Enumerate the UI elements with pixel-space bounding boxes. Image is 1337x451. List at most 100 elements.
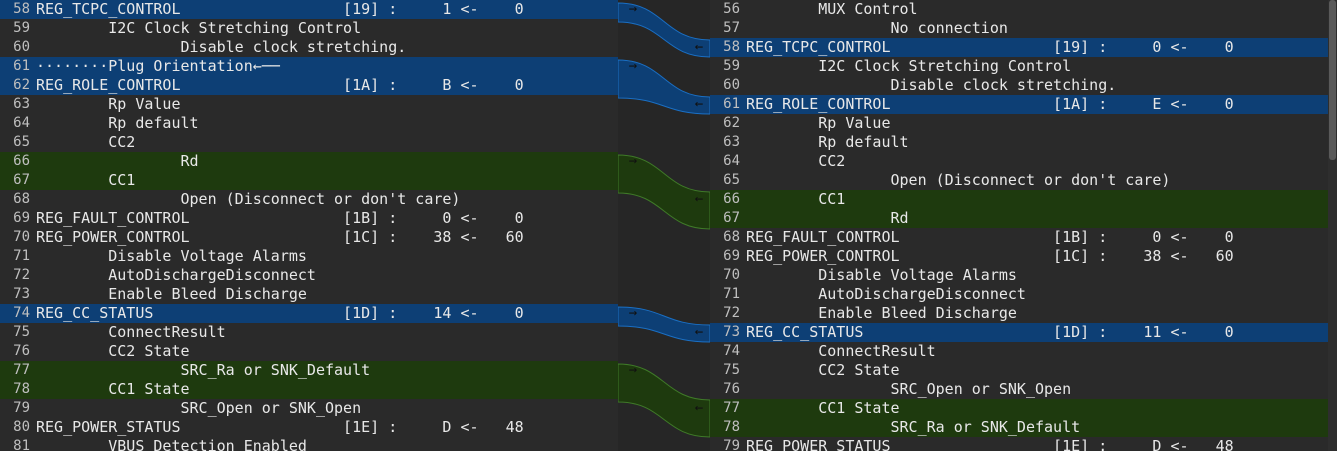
line-text: I2C Clock Stretching Control bbox=[746, 57, 1072, 75]
arrow-left-icon[interactable]: ← bbox=[692, 191, 706, 207]
left-line-65[interactable]: 65 CC2 bbox=[0, 133, 618, 152]
line-number: 66 bbox=[723, 191, 740, 207]
right-line-76[interactable]: 76 SRC_Open or SNK_Open bbox=[710, 380, 1328, 399]
left-line-72[interactable]: 72 AutoDischargeDisconnect bbox=[0, 266, 618, 285]
line-text: Enable Bleed Discharge bbox=[36, 285, 307, 303]
line-number: 70 bbox=[13, 229, 30, 245]
right-line-64[interactable]: 64 CC2 bbox=[710, 152, 1328, 171]
right-line-57[interactable]: 57 No connection bbox=[710, 19, 1328, 38]
left-line-66[interactable]: 66 Rd bbox=[0, 152, 618, 171]
right-line-62[interactable]: 62 Rp Value bbox=[710, 114, 1328, 133]
arrow-left-icon[interactable]: ← bbox=[692, 324, 706, 340]
right-line-72[interactable]: 72 Enable Bleed Discharge bbox=[710, 304, 1328, 323]
right-line-56[interactable]: 56 MUX Control bbox=[710, 0, 1328, 19]
line-number: 76 bbox=[723, 381, 740, 397]
right-line-65[interactable]: 65 Open (Disconnect or don't care) bbox=[710, 171, 1328, 190]
line-text: SRC_Open or SNK_Open bbox=[36, 399, 362, 417]
line-text: REG_FAULT_CONTROL [1B] : 0 <- 0 bbox=[36, 209, 524, 227]
line-text: CC2 bbox=[746, 152, 846, 170]
vertical-scrollbar[interactable] bbox=[1328, 0, 1337, 451]
line-text: Disable clock stretching. bbox=[36, 38, 407, 56]
arrow-right-icon[interactable]: → bbox=[626, 305, 640, 321]
left-line-63[interactable]: 63 Rp Value bbox=[0, 95, 618, 114]
left-line-73[interactable]: 73 Enable Bleed Discharge bbox=[0, 285, 618, 304]
right-line-75[interactable]: 75 CC2 State bbox=[710, 361, 1328, 380]
arrow-right-icon[interactable]: → bbox=[626, 153, 640, 169]
line-number: 74 bbox=[13, 305, 30, 321]
left-line-69[interactable]: 69 REG_FAULT_CONTROL [1B] : 0 <- 0 bbox=[0, 209, 618, 228]
line-text: Rd bbox=[746, 209, 909, 227]
line-number: 72 bbox=[13, 267, 30, 283]
left-line-77[interactable]: 77 SRC_Ra or SNK_Default bbox=[0, 361, 618, 380]
left-line-58[interactable]: 58 REG_TCPC_CONTROL [19] : 1 <- 0 bbox=[0, 0, 618, 19]
left-line-64[interactable]: 64 Rp default bbox=[0, 114, 618, 133]
arrow-right-icon[interactable]: → bbox=[626, 1, 640, 17]
line-text: REG_ROLE_CONTROL [1A] : E <- 0 bbox=[746, 95, 1234, 113]
line-text: CC2 State bbox=[36, 342, 190, 360]
right-line-73[interactable]: 73 REG_CC_STATUS [1D] : 11 <- 0 bbox=[710, 323, 1328, 342]
right-line-59[interactable]: 59 I2C Clock Stretching Control bbox=[710, 57, 1328, 76]
right-line-79[interactable]: 79 REG_POWER_STATUS [1E] : D <- 48 bbox=[710, 437, 1328, 451]
right-line-71[interactable]: 71 AutoDischargeDisconnect bbox=[710, 285, 1328, 304]
right-line-61[interactable]: 61 REG_ROLE_CONTROL [1A] : E <- 0 bbox=[710, 95, 1328, 114]
right-line-77[interactable]: 77 CC1 State bbox=[710, 399, 1328, 418]
line-number: 71 bbox=[13, 248, 30, 264]
arrow-left-icon[interactable]: ← bbox=[692, 400, 706, 416]
line-text: Disable Voltage Alarms bbox=[746, 266, 1017, 284]
line-text: Rp Value bbox=[36, 95, 181, 113]
line-number: 59 bbox=[13, 20, 30, 36]
left-line-60[interactable]: 60 Disable clock stretching. bbox=[0, 38, 618, 57]
line-number: 63 bbox=[13, 96, 30, 112]
line-text: SRC_Open or SNK_Open bbox=[746, 380, 1072, 398]
arrow-left-icon[interactable]: ← bbox=[692, 39, 706, 55]
right-line-68[interactable]: 68 REG_FAULT_CONTROL [1B] : 0 <- 0 bbox=[710, 228, 1328, 247]
left-line-62[interactable]: 62 REG_ROLE_CONTROL [1A] : B <- 0 bbox=[0, 76, 618, 95]
line-text: Rp Value bbox=[746, 114, 891, 132]
line-text: No connection bbox=[746, 19, 1008, 37]
line-text: CC2 State bbox=[746, 361, 900, 379]
left-line-67[interactable]: 67 CC1 bbox=[0, 171, 618, 190]
line-text: AutoDischargeDisconnect bbox=[36, 266, 316, 284]
right-diff-pane[interactable]: 56 MUX Control 57 No connection 58 REG_TCPC… bbox=[710, 0, 1328, 451]
line-text: Open (Disconnect or don't care) bbox=[746, 171, 1171, 189]
line-number: 64 bbox=[13, 115, 30, 131]
left-line-81[interactable]: 81 VBUS Detection Enabled bbox=[0, 437, 618, 451]
line-text: Rd bbox=[36, 152, 199, 170]
line-number: 76 bbox=[13, 343, 30, 359]
left-line-78[interactable]: 78 CC1 State bbox=[0, 380, 618, 399]
line-text: SRC_Ra or SNK_Default bbox=[746, 418, 1081, 436]
right-line-60[interactable]: 60 Disable clock stretching. bbox=[710, 76, 1328, 95]
left-line-71[interactable]: 71 Disable Voltage Alarms bbox=[0, 247, 618, 266]
left-line-74[interactable]: 74 REG_CC_STATUS [1D] : 14 <- 0 bbox=[0, 304, 618, 323]
left-line-61[interactable]: 61 ········Plug Orientation←── bbox=[0, 57, 618, 76]
right-line-70[interactable]: 70 Disable Voltage Alarms bbox=[710, 266, 1328, 285]
left-line-75[interactable]: 75 ConnectResult bbox=[0, 323, 618, 342]
line-text: Disable Voltage Alarms bbox=[36, 247, 307, 265]
scrollbar-thumb[interactable] bbox=[1329, 0, 1336, 160]
arrow-right-icon[interactable]: → bbox=[626, 362, 640, 378]
right-line-78[interactable]: 78 SRC_Ra or SNK_Default bbox=[710, 418, 1328, 437]
right-line-67[interactable]: 67 Rd bbox=[710, 209, 1328, 228]
left-line-80[interactable]: 80 REG_POWER_STATUS [1E] : D <- 48 bbox=[0, 418, 618, 437]
line-text: Rp default bbox=[36, 114, 199, 132]
right-line-58[interactable]: 58 REG_TCPC_CONTROL [19] : 0 <- 0 bbox=[710, 38, 1328, 57]
left-line-76[interactable]: 76 CC2 State bbox=[0, 342, 618, 361]
arrow-right-icon[interactable]: → bbox=[626, 58, 640, 74]
line-number: 65 bbox=[723, 172, 740, 188]
left-line-68[interactable]: 68 Open (Disconnect or don't care) bbox=[0, 190, 618, 209]
line-number: 80 bbox=[13, 419, 30, 435]
right-line-69[interactable]: 69 REG_POWER_CONTROL [1C] : 38 <- 60 bbox=[710, 247, 1328, 266]
left-line-59[interactable]: 59 I2C Clock Stretching Control bbox=[0, 19, 618, 38]
line-number: 60 bbox=[13, 39, 30, 55]
left-line-70[interactable]: 70 REG_POWER_CONTROL [1C] : 38 <- 60 bbox=[0, 228, 618, 247]
right-line-74[interactable]: 74 ConnectResult bbox=[710, 342, 1328, 361]
arrow-left-icon[interactable]: ← bbox=[692, 96, 706, 112]
left-line-79[interactable]: 79 SRC_Open or SNK_Open bbox=[0, 399, 618, 418]
line-number: 58 bbox=[13, 1, 30, 17]
left-diff-pane[interactable]: 58 REG_TCPC_CONTROL [19] : 1 <- 0 59 I2C C… bbox=[0, 0, 618, 451]
right-line-66[interactable]: 66 CC1 bbox=[710, 190, 1328, 209]
line-text: MUX Control bbox=[746, 0, 918, 18]
line-number: 77 bbox=[13, 362, 30, 378]
right-line-63[interactable]: 63 Rp default bbox=[710, 133, 1328, 152]
line-number: 65 bbox=[13, 134, 30, 150]
